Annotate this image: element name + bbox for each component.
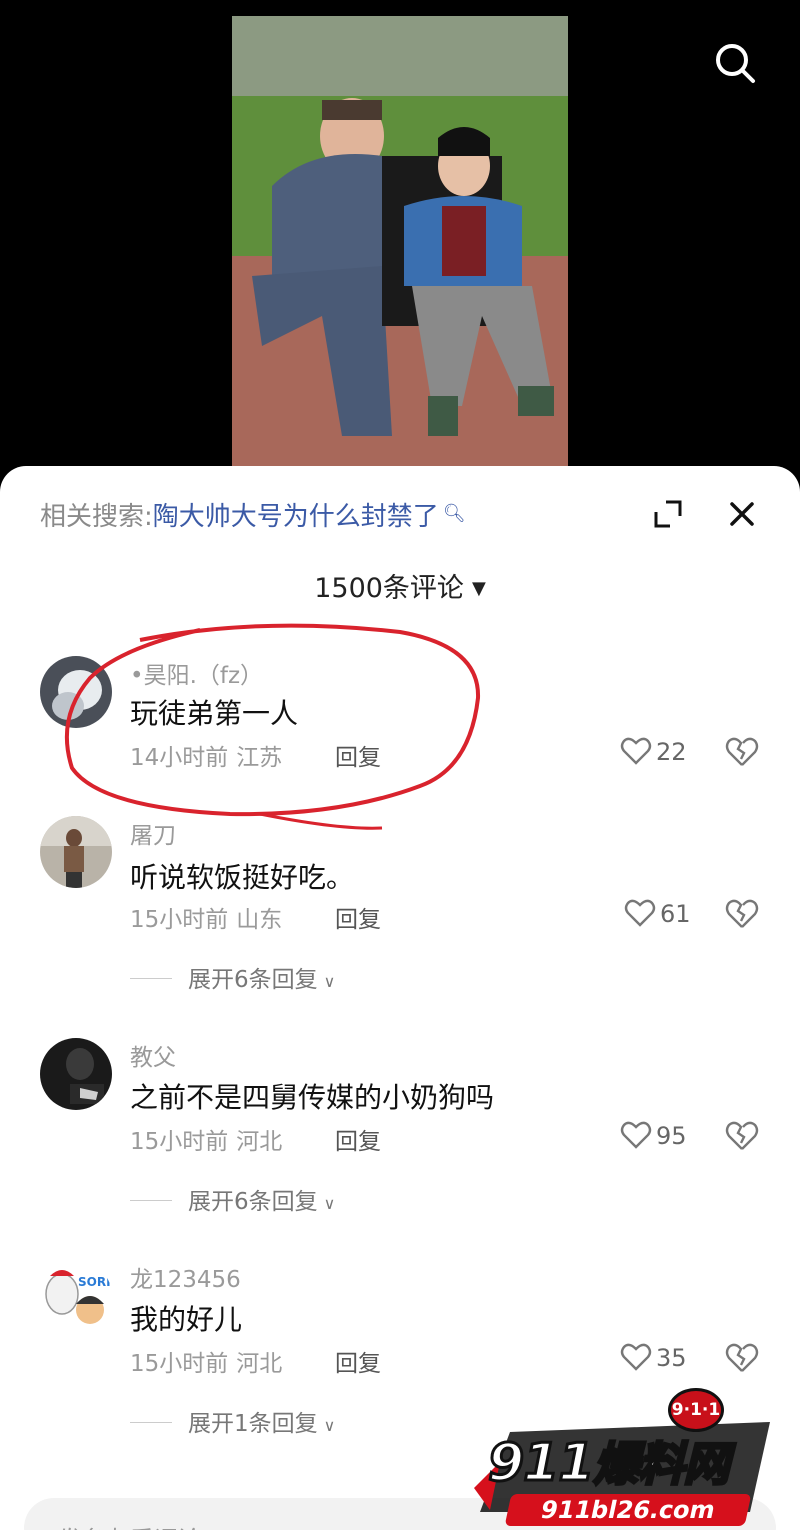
heart-icon — [620, 737, 652, 765]
expand-replies-label: 展开1条回复 — [188, 1411, 318, 1437]
comment-time: 15小时前 — [130, 1351, 229, 1377]
dislike-button[interactable] — [724, 1120, 760, 1156]
search-button[interactable] — [712, 40, 758, 86]
like-count: 61 — [660, 900, 691, 928]
comment-username[interactable]: 教父 — [130, 1038, 176, 1072]
search-icon — [716, 44, 755, 83]
comment-count[interactable]: 1500条评论 ▼ — [0, 566, 800, 605]
comment-input-placeholder: 发条友爱评论 — [58, 1520, 202, 1530]
like-button[interactable]: 22 — [620, 736, 687, 766]
avatar-image — [40, 656, 112, 728]
close-icon — [730, 502, 754, 526]
avatar[interactable] — [40, 1038, 112, 1110]
avatar[interactable] — [40, 656, 112, 728]
comment-location: 河北 — [236, 1351, 283, 1377]
heart-icon — [624, 899, 656, 927]
comment-meta: 15小时前 山东 — [130, 900, 282, 934]
broken-heart-icon — [725, 899, 759, 928]
chevron-down-icon: ∨ — [323, 1194, 336, 1213]
expand-replies-button[interactable]: 展开6条回复 ∨ — [130, 960, 335, 994]
divider — [130, 1422, 172, 1423]
like-count: 95 — [656, 1122, 687, 1150]
comment-count-label: 1500条评论 — [314, 573, 464, 604]
video-scene — [232, 16, 568, 468]
related-search-icon[interactable]: 🔍︎ — [443, 503, 466, 524]
comment-meta: 14小时前 江苏 — [130, 738, 282, 772]
divider — [130, 1200, 172, 1201]
like-button[interactable]: 35 — [620, 1342, 687, 1372]
dislike-button[interactable] — [724, 736, 760, 772]
comment-time: 14小时前 — [130, 745, 229, 771]
comment-time: 15小时前 — [130, 1129, 229, 1155]
comment-username[interactable]: 龙123456 — [130, 1260, 241, 1294]
comment-location: 江苏 — [236, 745, 283, 771]
related-search-label: 相关搜索: — [40, 502, 153, 532]
expand-icon — [654, 500, 682, 528]
video-player[interactable] — [0, 0, 800, 480]
expand-sheet-button[interactable] — [652, 498, 684, 530]
video-thumbnail[interactable] — [232, 16, 568, 468]
comment-time: 15小时前 — [130, 907, 229, 933]
close-sheet-button[interactable] — [726, 498, 758, 530]
watermark-url: 911bl26.com — [504, 1494, 752, 1526]
like-count: 35 — [656, 1344, 687, 1372]
broken-heart-icon — [725, 737, 759, 766]
chevron-down-icon: ∨ — [323, 1416, 336, 1435]
dislike-button[interactable] — [724, 1342, 760, 1378]
comment-location: 河北 — [236, 1129, 283, 1155]
expand-replies-button[interactable]: 展开6条回复 ∨ — [130, 1182, 335, 1216]
related-search-query[interactable]: 陶大帅大号为什么封禁了 — [153, 502, 439, 532]
avatar-image — [40, 1038, 112, 1110]
avatar[interactable] — [40, 816, 112, 888]
broken-heart-icon — [725, 1121, 759, 1150]
reply-button[interactable]: 回复 — [335, 738, 381, 772]
avatar-image: SORR — [40, 1260, 112, 1332]
heart-icon — [620, 1343, 652, 1371]
watermark-badge: 9·1·1 — [668, 1388, 724, 1432]
chevron-down-icon: ∨ — [323, 972, 336, 991]
like-button[interactable]: 61 — [624, 898, 691, 928]
expand-replies-label: 展开6条回复 — [188, 967, 318, 993]
avatar[interactable]: SORR — [40, 1260, 112, 1332]
heart-icon — [620, 1121, 652, 1149]
comment-username[interactable]: •昊阳.（fz） — [130, 656, 263, 690]
expand-replies-label: 展开6条回复 — [188, 1189, 318, 1215]
comment-text: 之前不是四舅传媒的小奶狗吗 — [130, 1081, 495, 1114]
comment-username[interactable]: 屠刀 — [130, 816, 176, 850]
watermark-number: 911 — [487, 1432, 597, 1495]
dislike-button[interactable] — [724, 898, 760, 934]
watermark-logo: 911爆料网 — [487, 1428, 732, 1495]
related-search: 相关搜索:陶大帅大号为什么封禁了 🔍︎ — [40, 496, 466, 533]
comment-meta: 15小时前 河北 — [130, 1344, 282, 1378]
comment-text: 我的好儿 — [130, 1303, 243, 1336]
caret-down-icon: ▼ — [471, 578, 486, 599]
avatar-image — [40, 816, 112, 888]
like-count: 22 — [656, 738, 687, 766]
divider — [130, 978, 172, 979]
reply-button[interactable]: 回复 — [335, 1122, 381, 1156]
svg-text:SORR: SORR — [78, 1275, 112, 1289]
like-button[interactable]: 95 — [620, 1120, 687, 1150]
expand-replies-button[interactable]: 展开1条回复 ∨ — [130, 1404, 335, 1438]
reply-button[interactable]: 回复 — [335, 1344, 381, 1378]
comment-location: 山东 — [236, 907, 283, 933]
comment-text: 听说软饭挺好吃。 — [130, 861, 355, 894]
broken-heart-icon — [725, 1343, 759, 1372]
comment-text: 玩徒弟第一人 — [130, 697, 299, 730]
watermark-text: 爆料网 — [592, 1436, 731, 1493]
comment-meta: 15小时前 河北 — [130, 1122, 282, 1156]
reply-button[interactable]: 回复 — [335, 900, 381, 934]
